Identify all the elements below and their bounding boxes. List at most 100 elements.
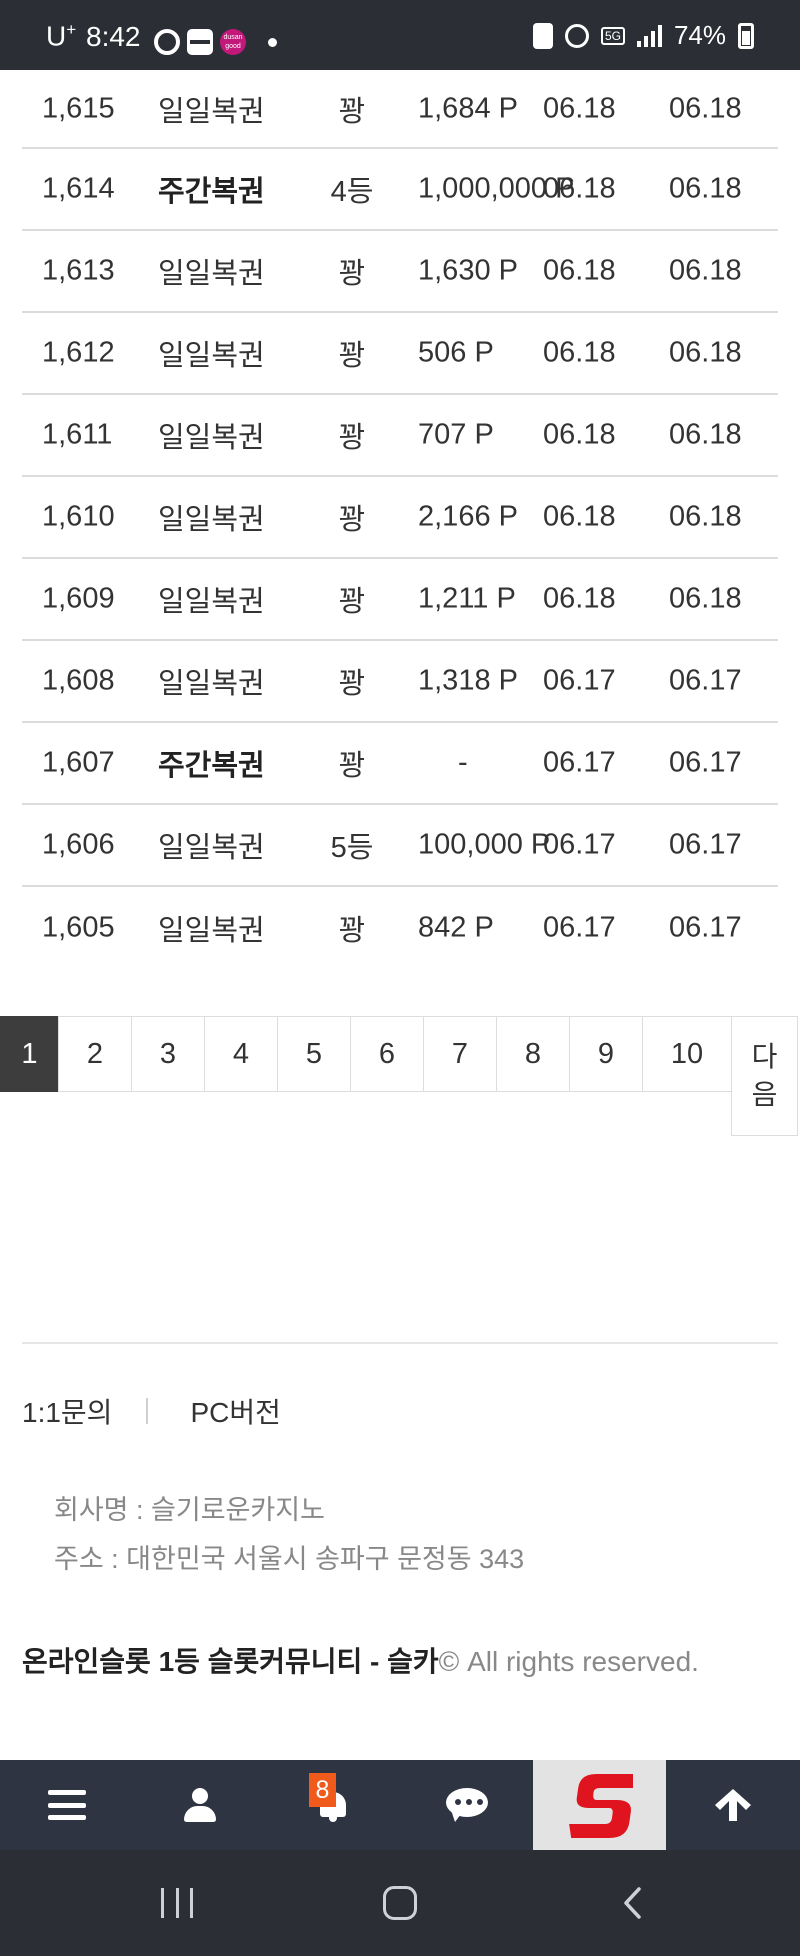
recents-icon[interactable] — [161, 1888, 193, 1918]
draw-date: 06.18 — [543, 582, 616, 615]
paid-date: 06.17 — [669, 828, 742, 861]
paid-date: 06.17 — [669, 746, 742, 779]
lottery-type: 일일복권 — [158, 340, 265, 372]
page-3-button[interactable]: 3 — [131, 1016, 205, 1092]
paid-date: 06.18 — [669, 172, 742, 205]
reward-points: 1,630 P — [418, 254, 518, 287]
lottery-result: 꽝 — [338, 915, 366, 947]
alarm-icon — [564, 23, 589, 48]
lottery-type: 주간복권 — [158, 750, 265, 782]
reward-points: 707 P — [418, 418, 494, 451]
table-row: 1,612 일일복권 꽝 506 P 06.18 06.18 — [22, 313, 778, 395]
paid-date: 06.17 — [669, 911, 742, 944]
page-6-button[interactable]: 6 — [350, 1016, 424, 1092]
status-bar: U+ 8:42 dusan good 5G 74% — [0, 0, 800, 70]
table-row: 1,605 일일복권 꽝 842 P 06.17 06.17 — [22, 887, 778, 969]
lottery-type: 일일복권 — [158, 668, 265, 700]
row-number: 1,605 — [42, 911, 115, 944]
bottom-app-bar: 8 — [0, 1760, 800, 1850]
lottery-result: 꽝 — [338, 504, 366, 536]
reward-points: 100,000 P — [418, 828, 551, 861]
draw-date: 06.17 — [543, 746, 616, 779]
draw-date: 06.18 — [543, 172, 616, 205]
page-2-button[interactable]: 2 — [58, 1016, 132, 1092]
notification-app-icon — [154, 29, 180, 55]
next-page-button[interactable]: 다 음 — [731, 1016, 798, 1136]
status-right: 5G 74% — [532, 20, 754, 51]
row-number: 1,607 — [42, 746, 115, 779]
lottery-result: 꽝 — [338, 422, 366, 454]
paid-date: 06.18 — [669, 418, 742, 451]
battery-icon — [738, 22, 754, 49]
copyright: 온라인슬롯 1등 슬롯커뮤니티 - 슬카© All rights reserve… — [22, 1640, 699, 1680]
lottery-type: 일일복권 — [158, 95, 265, 128]
table-row: 1,607 주간복권 꽝 - 06.17 06.17 — [22, 723, 778, 805]
table-row: 1,615 일일복권 꽝 1,684 P 06.18 06.18 — [22, 70, 778, 149]
reward-points: 2,166 P — [418, 500, 518, 533]
draw-date: 06.17 — [543, 911, 616, 944]
row-number: 1,612 — [42, 336, 115, 369]
home-icon[interactable] — [383, 1886, 417, 1920]
company-name: 회사명 : 슬기로운카지노 — [54, 1495, 325, 1525]
draw-date: 06.18 — [543, 92, 616, 124]
draw-date: 06.18 — [543, 254, 616, 287]
inquiry-link[interactable]: 1:1문의 — [22, 1391, 112, 1431]
row-number: 1,610 — [42, 500, 115, 533]
lottery-result: 꽝 — [338, 95, 366, 128]
site-logo-button[interactable] — [533, 1760, 666, 1850]
page-8-button[interactable]: 8 — [496, 1016, 570, 1092]
notification-badge: 8 — [309, 1773, 336, 1807]
network-type: 5G — [600, 26, 625, 45]
table-row: 1,611 일일복권 꽝 707 P 06.18 06.18 — [22, 395, 778, 477]
row-number: 1,615 — [42, 92, 115, 124]
draw-date: 06.17 — [543, 828, 616, 861]
system-nav-bar — [0, 1850, 800, 1956]
reward-points: 506 P — [418, 336, 494, 369]
profile-button[interactable] — [133, 1760, 266, 1850]
page-1-button[interactable]: 1 — [0, 1016, 59, 1092]
back-icon[interactable] — [617, 1886, 651, 1920]
lottery-type: 일일복권 — [158, 586, 265, 618]
page-4-button[interactable]: 4 — [204, 1016, 278, 1092]
signal-icon — [636, 24, 662, 47]
page-7-button[interactable]: 7 — [423, 1016, 497, 1092]
paid-date: 06.18 — [669, 336, 742, 369]
notification-dusan-icon: dusan good — [220, 29, 246, 55]
site-logo — [568, 1774, 633, 1838]
lottery-type: 일일복권 — [158, 504, 265, 536]
reward-points: 842 P — [418, 911, 494, 944]
more-notifications-dot — [268, 38, 277, 47]
draw-date: 06.18 — [543, 336, 616, 369]
battery-saver-icon — [532, 22, 553, 49]
pc-version-link[interactable]: PC버전 — [190, 1391, 280, 1431]
lottery-type: 일일복권 — [158, 832, 265, 864]
carrier-label: U+ — [46, 20, 77, 52]
lottery-result: 꽝 — [338, 586, 366, 618]
lottery-result: 꽝 — [338, 668, 366, 700]
paid-date: 06.18 — [669, 92, 742, 124]
page-10-button[interactable]: 10 — [642, 1016, 732, 1092]
chat-button[interactable] — [400, 1760, 533, 1850]
footer-separator — [146, 1398, 149, 1424]
draw-date: 06.18 — [543, 500, 616, 533]
scroll-top-button[interactable] — [666, 1760, 799, 1850]
lottery-type: 일일복권 — [158, 422, 265, 454]
lottery-history-table: 1,615 일일복권 꽝 1,684 P 06.18 06.18 1,614 주… — [22, 70, 778, 969]
reward-points: 1,318 P — [418, 664, 518, 697]
table-row: 1,610 일일복권 꽝 2,166 P 06.18 06.18 — [22, 477, 778, 559]
lottery-type: 일일복권 — [158, 915, 265, 947]
reward-points: - — [458, 746, 468, 779]
menu-button[interactable] — [0, 1760, 133, 1850]
row-number: 1,609 — [42, 582, 115, 615]
paid-date: 06.18 — [669, 254, 742, 287]
menu-icon — [47, 1790, 86, 1820]
row-number: 1,613 — [42, 254, 115, 287]
row-number: 1,608 — [42, 664, 115, 697]
table-row: 1,613 일일복권 꽝 1,630 P 06.18 06.18 — [22, 231, 778, 313]
company-address: 주소 : 대한민국 서울시 송파구 문정동 343 — [54, 1544, 525, 1574]
page-5-button[interactable]: 5 — [277, 1016, 351, 1092]
reward-points: 1,211 P — [418, 582, 516, 615]
user-icon — [183, 1788, 216, 1822]
lottery-result: 꽝 — [338, 258, 366, 290]
page-9-button[interactable]: 9 — [569, 1016, 643, 1092]
